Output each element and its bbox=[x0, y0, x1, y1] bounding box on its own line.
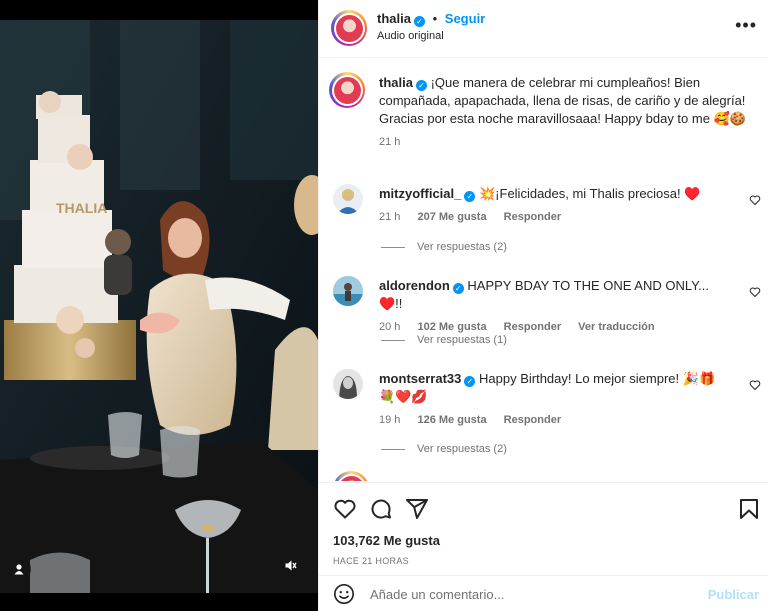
reply-button[interactable]: Responder bbox=[504, 414, 561, 426]
media-letterbox-bottom bbox=[0, 593, 318, 611]
translate-button[interactable]: Ver traducción bbox=[578, 321, 654, 333]
mute-icon[interactable] bbox=[278, 553, 302, 577]
author-username[interactable]: thalia bbox=[377, 11, 411, 26]
comment-likes[interactable]: 207 Me gusta bbox=[417, 211, 486, 223]
comment-username[interactable]: aldorendon bbox=[379, 278, 450, 293]
caption-avatar[interactable] bbox=[329, 72, 365, 108]
comment-input[interactable]: Añade un comentario... bbox=[370, 587, 504, 602]
comment-text: 💥¡Felicidades, mi Thalis preciosa! ♥️ bbox=[478, 186, 701, 201]
emoji-icon[interactable] bbox=[333, 583, 355, 605]
comment-heart-icon[interactable] bbox=[749, 379, 761, 391]
comment-time[interactable]: 19 h bbox=[379, 414, 400, 426]
more-options-icon[interactable]: ••• bbox=[735, 16, 757, 34]
comment-username[interactable]: montserrat33 bbox=[379, 371, 461, 386]
comment-time[interactable]: 21 h bbox=[379, 211, 400, 223]
audio-label[interactable]: Audio original bbox=[377, 30, 444, 42]
cake-name-text: THALIA bbox=[56, 200, 107, 216]
caption-username[interactable]: thalia bbox=[379, 75, 413, 90]
comment-likes[interactable]: 102 Me gusta bbox=[417, 321, 486, 333]
comments-list[interactable]: thalia ✓ ¡Que manera de celebrar mi cumpl… bbox=[319, 59, 768, 481]
caption-text: ¡Que manera de celebrar mi cumpleaños! B… bbox=[379, 75, 746, 126]
party-video-frame[interactable]: THALIA bbox=[0, 20, 318, 593]
post-time[interactable]: HACE 21 HORAS bbox=[333, 556, 409, 566]
media-letterbox-top bbox=[0, 0, 318, 20]
next-comment-avatar[interactable] bbox=[333, 471, 369, 481]
reply-button[interactable]: Responder bbox=[504, 211, 561, 223]
view-replies-button[interactable]: Ver respuestas (2) bbox=[381, 443, 507, 455]
comment-icon[interactable] bbox=[369, 497, 393, 521]
user-tag-icon[interactable] bbox=[7, 557, 31, 581]
verified-badge-icon: ✓ bbox=[464, 376, 476, 387]
share-icon[interactable] bbox=[405, 497, 429, 521]
comment-heart-icon[interactable] bbox=[749, 286, 761, 298]
heart-icon[interactable] bbox=[333, 497, 357, 521]
view-replies-button[interactable]: Ver respuestas (2) bbox=[381, 241, 507, 253]
verified-badge-icon: ✓ bbox=[415, 80, 427, 91]
follow-button[interactable]: Seguir bbox=[445, 11, 485, 26]
commenter-avatar[interactable] bbox=[333, 184, 363, 214]
comment-time[interactable]: 20 h bbox=[379, 321, 400, 333]
verified-badge-icon: ✓ bbox=[413, 16, 425, 27]
post-header: thalia ✓ • Seguir Audio original ••• bbox=[319, 0, 768, 58]
verified-badge-icon: ✓ bbox=[452, 283, 464, 294]
comment-heart-icon[interactable] bbox=[749, 194, 761, 206]
reply-button[interactable]: Responder bbox=[504, 321, 561, 333]
post-media[interactable]: THALIA bbox=[0, 0, 318, 611]
publish-button[interactable]: Publicar bbox=[708, 587, 759, 602]
author-avatar[interactable] bbox=[331, 10, 367, 46]
comment-likes[interactable]: 126 Me gusta bbox=[417, 414, 486, 426]
post-actions-bar bbox=[319, 482, 768, 532]
comment-username[interactable]: mitzyofficial_ bbox=[379, 186, 461, 201]
verified-badge-icon: ✓ bbox=[464, 191, 476, 202]
caption-time[interactable]: 21 h bbox=[379, 136, 400, 148]
commenter-avatar[interactable] bbox=[333, 276, 363, 306]
view-replies-button[interactable]: Ver respuestas (1) bbox=[381, 334, 507, 346]
likes-count[interactable]: 103,762 Me gusta bbox=[333, 533, 440, 548]
add-comment-bar: Añade un comentario... Publicar bbox=[319, 575, 768, 611]
post-details-panel: thalia ✓ • Seguir Audio original ••• thal… bbox=[318, 0, 768, 611]
commenter-avatar[interactable] bbox=[333, 369, 363, 399]
bookmark-icon[interactable] bbox=[737, 497, 761, 521]
